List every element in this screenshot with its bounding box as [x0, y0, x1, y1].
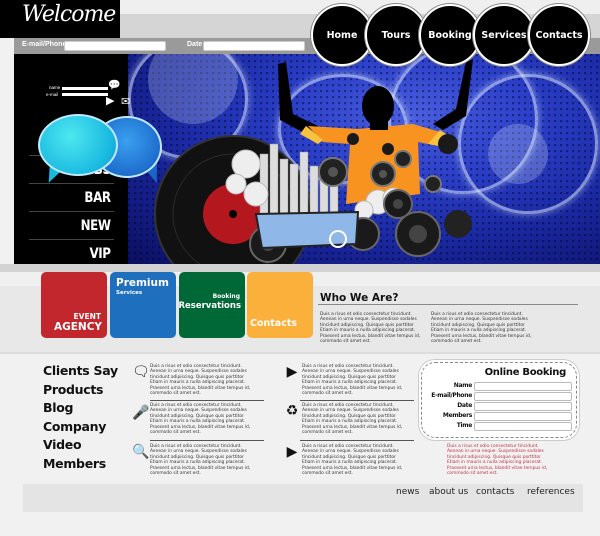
booking-members-input[interactable]: [474, 412, 572, 421]
online-booking-title: Online Booking: [484, 367, 567, 378]
feature-text: Duis a risus et odio consectetur tincidu…: [302, 403, 403, 436]
booking-row-date: Date: [426, 402, 572, 412]
feature-text: Duis a risus et odio consectetur tincidu…: [150, 364, 251, 397]
who-we-are-paragraph: Duis a risus et odio consectetur tincidu…: [431, 312, 532, 345]
who-we-are-divider: [318, 304, 578, 305]
section-divider: [0, 352, 600, 354]
tile-subtitle: Services: [116, 290, 143, 296]
left-links: Clients Say Products Blog Company Video …: [43, 362, 118, 473]
play-arrow-icon: ▶: [286, 363, 298, 379]
booking-field-label: Time: [456, 422, 473, 429]
feature-text: Duis a risus et odio consectetur tincidu…: [150, 444, 251, 477]
footer-link-about-us[interactable]: about us: [429, 487, 468, 497]
tile-subtitle: EVENT: [73, 312, 101, 321]
tile-booking-reservations[interactable]: Booking Reservations: [178, 272, 245, 338]
booking-time-input[interactable]: [474, 422, 572, 431]
feature-divider: [300, 400, 414, 401]
tile-title: Reservations: [178, 301, 241, 311]
booking-row-email: E-mail/Phone: [426, 392, 572, 402]
booking-row-members: Members: [426, 412, 572, 422]
footer-link-contacts[interactable]: contacts: [476, 487, 514, 497]
online-booking-form: Online Booking Name E-mail/Phone Date Me…: [421, 362, 577, 438]
link-blog[interactable]: Blog: [43, 399, 118, 418]
logo[interactable]: Welcome: [0, 0, 120, 38]
nav-contacts[interactable]: Contacts: [528, 4, 590, 66]
link-clients-say[interactable]: Clients Say: [43, 362, 118, 381]
divider-band: [0, 264, 600, 272]
date-field[interactable]: [203, 41, 305, 51]
hero: name e-mail 💬 ▶ ✉ HOME CLUBS BAR NEW VIP: [14, 54, 600, 264]
booking-field-label: E-mail/Phone: [431, 392, 472, 399]
feature-divider: [150, 400, 264, 401]
booking-email-input[interactable]: [474, 392, 572, 401]
tile-subtitle: Booking: [212, 293, 240, 300]
feature-divider: [150, 440, 264, 441]
tile-contacts[interactable]: Contacts: [247, 272, 313, 338]
speech-bubbles-icon: 🗨: [132, 363, 150, 379]
bubble-name-label: name: [49, 85, 61, 90]
booking-row-name: Name: [426, 382, 572, 392]
tile-title: Premium: [116, 277, 169, 289]
chat-icon[interactable]: 💬: [108, 80, 120, 91]
tile-premium-services[interactable]: Premium Services: [110, 272, 176, 338]
footer-link-news[interactable]: news: [396, 487, 419, 497]
link-members[interactable]: Members: [43, 455, 118, 474]
booking-note: Duis a risus et odio consectetur tincidu…: [447, 444, 548, 477]
microphone-icon: 🎤: [132, 404, 150, 420]
bubble-email-field[interactable]: [62, 93, 108, 96]
nav-tours[interactable]: Tours: [365, 4, 427, 66]
feature-divider: [300, 440, 414, 441]
email-field[interactable]: [64, 41, 166, 51]
mail-icon[interactable]: ✉: [121, 95, 130, 108]
feature-text: Duis a risus et odio consectetur tincidu…: [302, 364, 403, 397]
bubble-email-label: e-mail: [46, 92, 59, 97]
feature-text: Duis a risus et odio consectetur tincidu…: [302, 444, 403, 477]
bubble-name-field[interactable]: [62, 87, 108, 90]
link-video[interactable]: Video: [43, 436, 118, 455]
link-company[interactable]: Company: [43, 418, 118, 437]
booking-date-input[interactable]: [474, 402, 572, 411]
date-label: Date: [187, 41, 203, 48]
tile-title: AGENCY: [53, 321, 102, 333]
footer-link-references[interactable]: references: [527, 487, 575, 497]
tile-title: Contacts: [250, 318, 298, 329]
nav-services[interactable]: Services: [473, 4, 535, 66]
sidebar-item-vip[interactable]: VIP: [29, 240, 114, 264]
logo-text: Welcome: [22, 2, 116, 27]
booking-field-label: Name: [453, 382, 473, 389]
email-label: E-mail/Phone: [22, 41, 67, 48]
play-arrow-icon: ▶: [286, 443, 298, 459]
sidebar-item-new[interactable]: NEW: [29, 212, 114, 240]
tile-event-agency[interactable]: EVENT AGENCY: [41, 272, 107, 338]
who-we-are-title: Who We Are?: [320, 292, 399, 304]
link-products[interactable]: Products: [43, 381, 118, 400]
sidebar-item-bar[interactable]: BAR: [29, 184, 114, 212]
booking-name-input[interactable]: [474, 382, 572, 391]
recycle-icon: ♻: [285, 402, 299, 418]
feature-text: Duis a risus et odio consectetur tincidu…: [150, 403, 251, 436]
magnifier-icon: 🔍: [132, 443, 150, 459]
dj-illustration: [154, 59, 473, 264]
play-icon[interactable]: ▶: [106, 94, 114, 107]
booking-field-label: Members: [442, 412, 472, 419]
booking-field-label: Date: [457, 402, 472, 409]
nav-booking[interactable]: Booking: [419, 4, 481, 66]
speech-bubble-primary: [38, 114, 118, 176]
nav-home[interactable]: Home: [311, 4, 373, 66]
hero-banner-image: [128, 54, 600, 264]
booking-row-time: Time: [426, 422, 572, 432]
who-we-are-paragraph: Duis a risus et odio consectetur tincidu…: [320, 312, 421, 345]
